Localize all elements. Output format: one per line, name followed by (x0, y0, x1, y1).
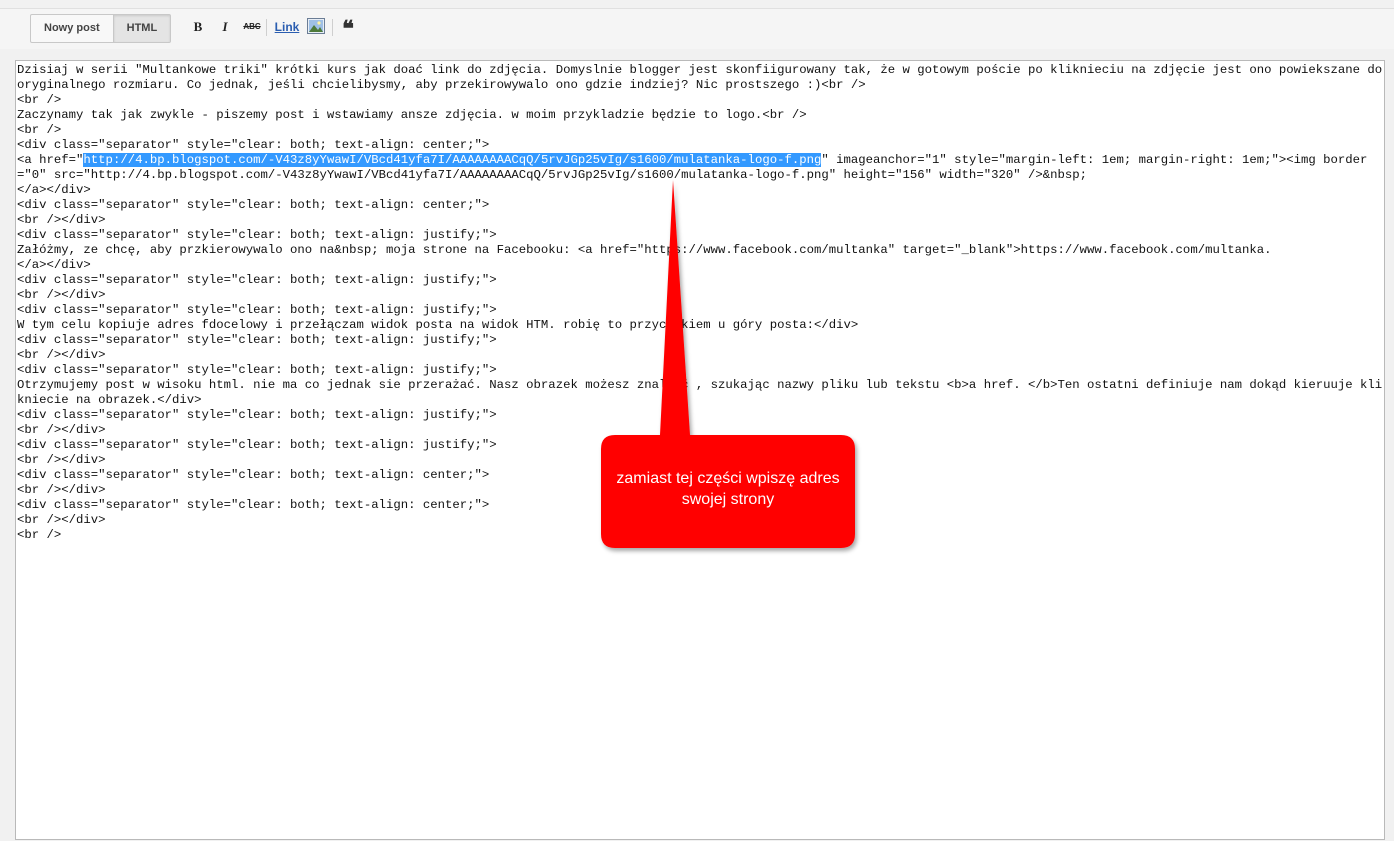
callout-text: zamiast tej części wpiszę adres swojej s… (616, 470, 840, 508)
callout-annotation (601, 180, 855, 548)
